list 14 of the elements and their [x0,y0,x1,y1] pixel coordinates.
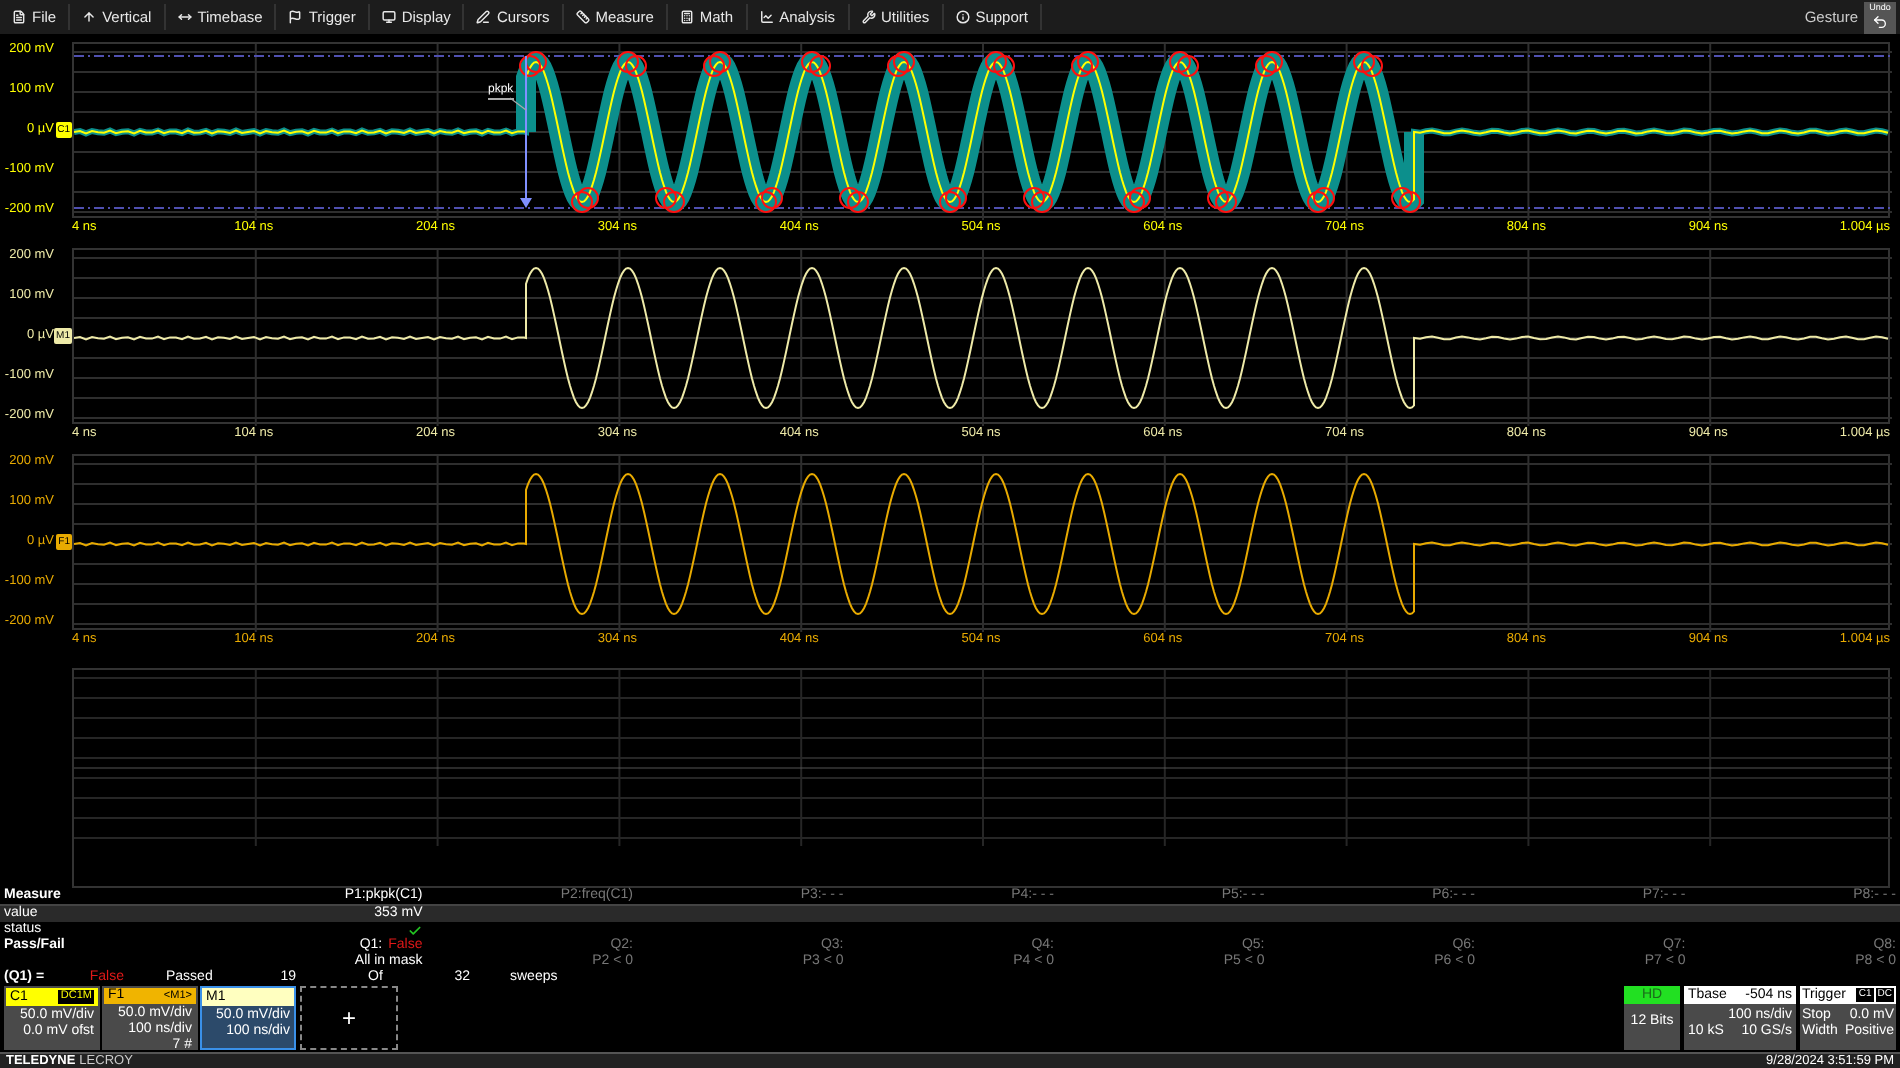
calculator-icon [679,10,694,24]
add-button[interactable]: + [300,986,398,1050]
arrow-icon [82,10,97,24]
monitor-icon [381,10,396,24]
undo-icon [1872,13,1888,29]
line-chart-icon [759,10,774,24]
ruler-icon [575,10,590,24]
pen-icon [476,10,491,24]
leader-line [509,97,527,111]
flag-icon [288,10,303,24]
info-icon [955,10,970,24]
wrench-icon [861,10,876,24]
file-icon [12,10,26,24]
horizontal-arrows-icon [177,10,192,24]
